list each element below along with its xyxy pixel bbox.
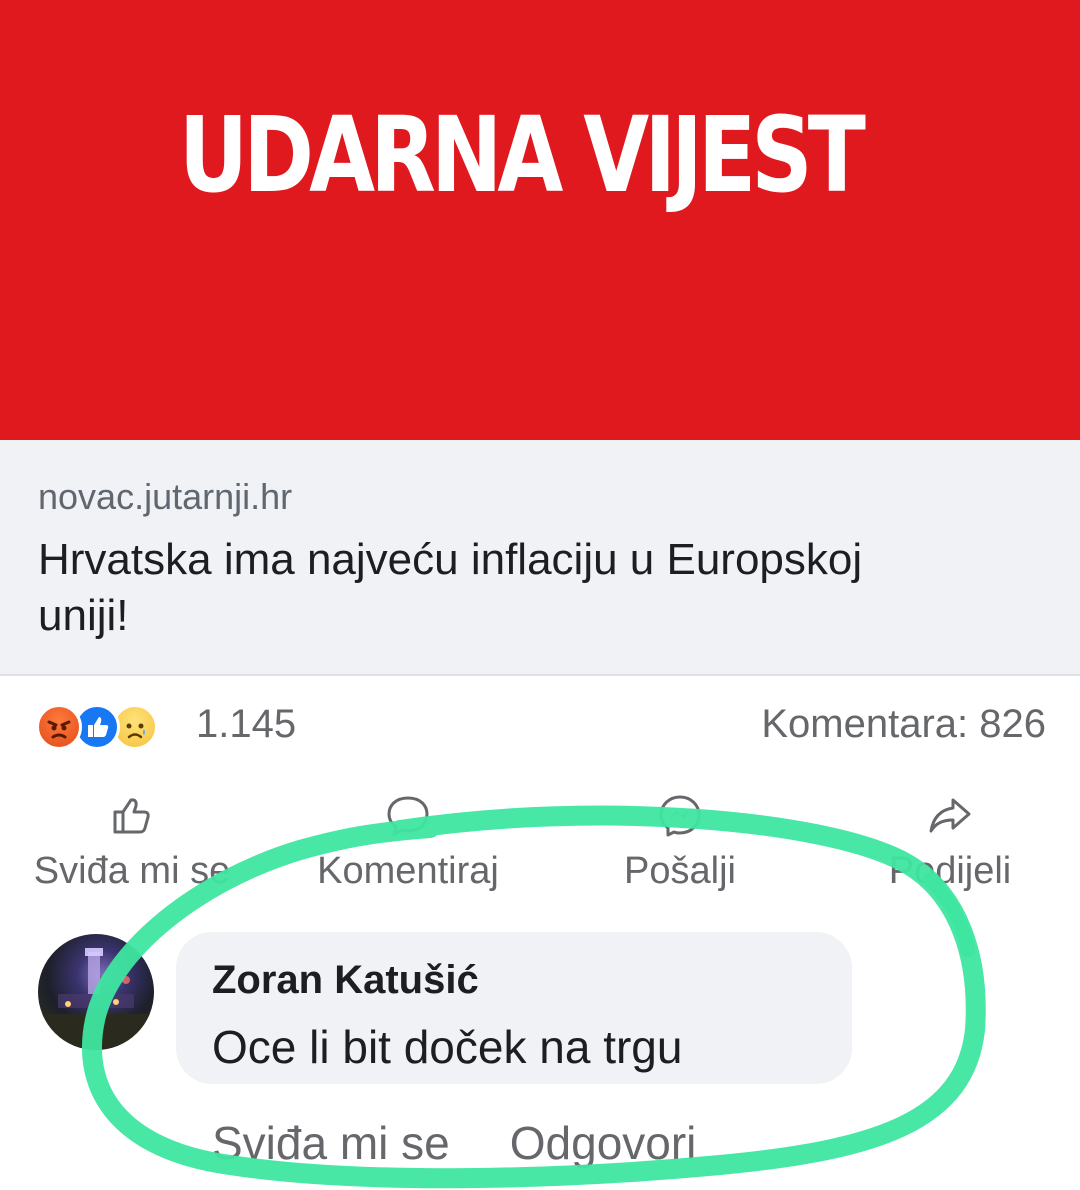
comment-author[interactable]: Zoran Katušić <box>212 958 479 1003</box>
reactions-summary: 1.145 Komentara: 826 <box>0 690 1080 770</box>
link-preview-image[interactable]: UDARNA VIJEST <box>0 0 1080 440</box>
send-button[interactable]: Pošalji <box>580 790 780 900</box>
comment-like-link[interactable]: Sviđa mi se <box>212 1117 450 1169</box>
comment-label: Komentiraj <box>317 850 499 892</box>
reaction-icons[interactable] <box>36 704 186 752</box>
post-action-bar: Sviđa mi se Komentiraj Pošalji Podijeli <box>0 790 1080 900</box>
comment-actions: Sviđa mi se Odgovori <box>212 1116 756 1170</box>
link-headline: Hrvatska ima najveću inflaciju u Europsk… <box>38 535 863 640</box>
comment-reply-link[interactable]: Odgovori <box>510 1117 697 1169</box>
like-label: Sviđa mi se <box>33 850 231 892</box>
link-domain: novac.jutarnji.hr <box>38 476 293 517</box>
like-button[interactable]: Sviđa mi se <box>12 790 252 900</box>
comment-item: Zoran Katušić Oce li bit doček na trgu S… <box>0 930 1080 1190</box>
reaction-count[interactable]: 1.145 <box>196 702 296 747</box>
comment-count[interactable]: Komentara: 826 <box>761 702 1046 747</box>
link-preview-card[interactable]: novac.jutarnji.hr Hrvatska ima najveću i… <box>0 440 1080 676</box>
comment-text: Oce li bit doček na trgu <box>212 1021 683 1073</box>
share-button[interactable]: Podijeli <box>850 790 1050 900</box>
speech-bubble-icon <box>387 796 429 836</box>
share-arrow-icon <box>929 798 971 833</box>
thumbs-up-icon <box>113 798 150 834</box>
messenger-icon <box>659 795 701 837</box>
banner-title: UDARNA VIJEST <box>178 94 866 216</box>
comment-button[interactable]: Komentiraj <box>278 790 538 900</box>
avatar[interactable] <box>38 934 154 1050</box>
share-label: Podijeli <box>888 850 1012 892</box>
send-label: Pošalji <box>624 850 736 892</box>
comment-bubble[interactable]: Zoran Katušić Oce li bit doček na trgu <box>176 932 852 1084</box>
angry-reaction-icon <box>36 704 82 750</box>
